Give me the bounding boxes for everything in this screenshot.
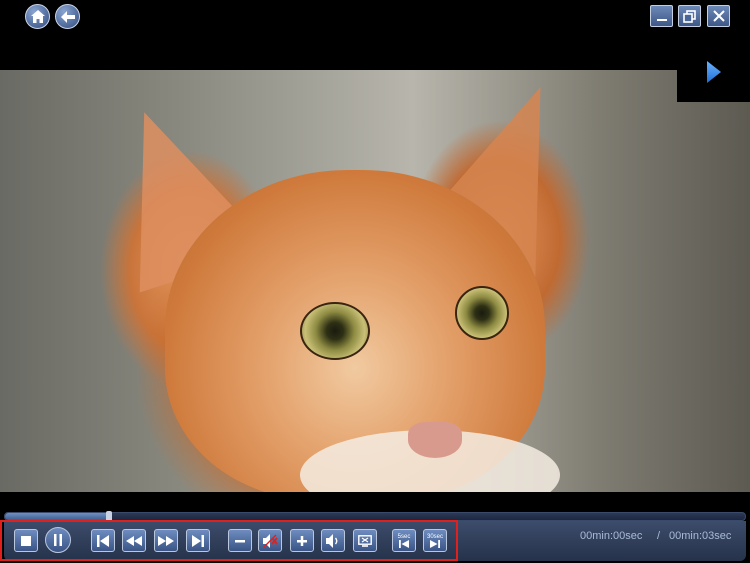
seek-progress [5,513,109,520]
screen-capture-icon [358,534,372,547]
restore-icon [683,9,696,23]
volume-button[interactable] [321,529,345,552]
play-arrow-icon [706,61,721,83]
back-arrow-icon [60,10,75,23]
cat-nose [408,422,462,458]
volume-up-button[interactable] [290,529,314,552]
skip-back-button[interactable]: 5sec [392,529,416,552]
back-button[interactable] [55,4,80,29]
fast-forward-icon [158,535,174,546]
pause-icon [54,534,62,546]
time-separator: / [657,530,661,542]
rewind-button[interactable] [122,529,146,552]
mute-button[interactable] [258,529,282,552]
playlist-toggle-button[interactable] [677,42,750,102]
stop-button[interactable] [14,529,38,552]
minus-icon [235,539,245,542]
speaker-icon [326,533,338,548]
next-button[interactable] [186,529,210,552]
playback-controls: 5sec 30sec 00min:00sec / 00min:03sec [0,492,750,563]
previous-button[interactable] [91,529,115,552]
skip-forward-icon [430,539,440,548]
minimize-button[interactable] [650,5,673,27]
home-icon [30,10,45,23]
plus-icon [297,535,307,546]
close-icon [712,10,725,22]
close-button[interactable] [707,5,730,27]
minimize-icon [656,19,667,21]
cat-eye-left [300,302,370,360]
snapshot-button[interactable] [353,529,377,552]
cat-eye-right [455,286,509,340]
video-frame[interactable] [0,70,750,492]
restore-button[interactable] [678,5,701,27]
skip-forward-button[interactable]: 30sec [423,529,447,552]
volume-down-button[interactable] [228,529,252,552]
home-button[interactable] [25,4,50,29]
fast-forward-button[interactable] [154,529,178,552]
speaker-muted-icon [263,533,278,548]
title-bar [0,0,750,70]
current-time: 00min:00sec [580,530,643,542]
skip-next-icon [192,534,204,547]
stop-icon [21,535,31,546]
rewind-icon [126,535,142,546]
total-time: 00min:03sec [669,530,732,542]
skip-back-icon [399,539,409,548]
pause-button[interactable] [45,527,71,553]
skip-previous-icon [97,534,109,547]
